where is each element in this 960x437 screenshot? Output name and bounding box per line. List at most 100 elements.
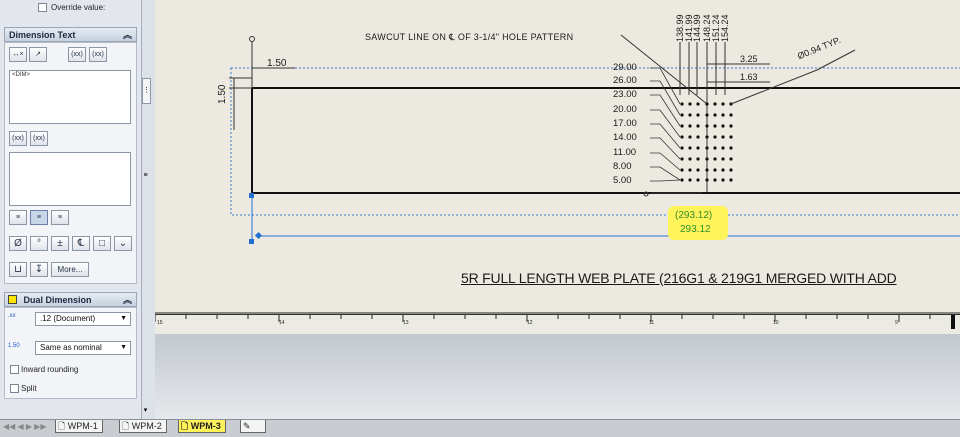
row-dim-label[interactable]: 29.00 [613, 62, 637, 73]
bolt-hole [696, 157, 700, 161]
row-dim-label[interactable]: 5.00 [613, 175, 632, 186]
tolerance-precision-select[interactable]: Same as nominal ▼ [35, 341, 131, 355]
bolt-hole [680, 124, 684, 128]
bolt-hole [680, 146, 684, 150]
sheet-tab-wpm-2[interactable]: 🗋 WPM-2 [119, 420, 167, 433]
row-dim-label[interactable]: 20.00 [613, 104, 637, 115]
row-dim-leader [650, 152, 681, 171]
top-dim-label[interactable]: 144.99 [692, 14, 702, 42]
text-angle-button[interactable]: ↗ [29, 47, 47, 62]
bolt-hole [680, 102, 684, 106]
dropdown-arrow-icon: ▼ [120, 344, 127, 351]
bolt-hole [696, 178, 700, 182]
primary-dimension-value[interactable]: 293.12 [680, 224, 711, 235]
ruler-label: 9 [895, 320, 898, 326]
precision-icon: .xx [8, 313, 16, 319]
row-dim-label[interactable]: 8.00 [613, 161, 632, 172]
align-left-button[interactable]: ≡ [9, 210, 27, 225]
row-dim-leader [650, 109, 681, 138]
dual-dimension-group-body: .xx .12 (Document) ▼ 1.50 Same as nomina… [4, 307, 137, 399]
bolt-hole [713, 168, 717, 172]
tab-nav-first-icon[interactable]: ◀◀ ◀ ▶ ▶▶ [3, 422, 47, 431]
counterbore-symbol-button[interactable]: ⊔ [9, 262, 27, 277]
dim-1-63[interactable]: 1.63 [740, 72, 758, 82]
dimension-text-field[interactable]: <DIM> [9, 70, 131, 124]
paren-button-2[interactable]: (xx) [9, 131, 27, 146]
centerline-symbol-button[interactable]: ℄ [72, 236, 90, 251]
ext-line-endpoint [249, 36, 255, 42]
add-sheet-tab-icon[interactable]: ✎ [240, 420, 266, 433]
bolt-hole [721, 102, 725, 106]
dual-dimension-value[interactable]: (293.12) [675, 210, 712, 221]
bolt-hole [705, 102, 709, 106]
row-dim-leader [650, 137, 681, 160]
text-justify-left-button[interactable]: ↔× [9, 47, 27, 62]
ruler-label: 10 [773, 320, 779, 326]
bolt-hole [688, 146, 692, 150]
top-dim-label[interactable]: 154.24 [720, 14, 730, 42]
panel-splitter[interactable]: ⋮ ≡ ▾ [142, 0, 156, 419]
dim-1-50-horizontal[interactable]: 1.50 [267, 58, 286, 69]
override-value-checkbox[interactable] [38, 3, 47, 12]
more-symbols-button[interactable]: More... [51, 262, 89, 277]
bolt-hole [696, 102, 700, 106]
grip-handle-2 [249, 239, 254, 244]
align-center-button[interactable]: ≡ [30, 210, 48, 225]
grip-handle-1 [249, 193, 254, 198]
drawing-sheet-canvas[interactable]: SAWCUT LINE ON ℄ OF 3-1/4" HOLE PATTERN … [155, 0, 960, 314]
sheet-tab-wpm-1[interactable]: 🗋 WPM-1 [55, 420, 103, 433]
ruler-ticks: 15 14 13 12 11 10 9 [155, 315, 931, 326]
row-dim-label[interactable]: 26.00 [613, 75, 637, 86]
dim-3-25[interactable]: 3.25 [740, 54, 758, 64]
scroll-down-icon[interactable]: ▾ [142, 406, 149, 416]
collapse-chevron-icon[interactable]: ︽ [123, 28, 132, 43]
bolt-hole [729, 113, 733, 117]
diameter-symbol-button[interactable]: Ø [9, 236, 27, 251]
drawing-ruler: 15 14 13 12 11 10 9 [155, 314, 960, 335]
dual-dimension-group-title[interactable]: Dual Dimension ︽ [4, 292, 137, 307]
hole-pattern [650, 42, 733, 193]
bolt-hole [729, 124, 733, 128]
scroll-marker-icon[interactable] [951, 315, 955, 329]
bolt-hole [721, 157, 725, 161]
ruler-label: 11 [649, 320, 654, 326]
depth-symbol-button[interactable]: ↧ [30, 262, 48, 277]
bolt-hole [696, 124, 700, 128]
inward-rounding-checkbox[interactable] [10, 365, 19, 374]
add-parentheses-button[interactable]: (xx) [68, 47, 86, 62]
bolt-hole [713, 102, 717, 106]
more-symbols-dropdown-icon[interactable]: ⌄ [114, 236, 132, 251]
row-dim-label[interactable]: 23.00 [613, 89, 637, 100]
collapse-chevron-icon-2[interactable]: ︽ [123, 293, 132, 308]
inspection-button[interactable]: (xx) [89, 47, 107, 62]
row-dim-label[interactable]: 17.00 [613, 118, 637, 129]
plus-minus-symbol-button[interactable]: ± [51, 236, 69, 251]
sheet-tab-wpm-3[interactable]: 🗋 WPM-3 [178, 420, 226, 433]
bolt-hole [729, 146, 733, 150]
precision-select[interactable]: .12 (Document) ▼ [35, 312, 131, 326]
row-dim-label[interactable]: 11.00 [613, 147, 636, 158]
bolt-hole [680, 157, 684, 161]
dimension-text-field-2[interactable] [9, 152, 131, 206]
degree-symbol-button[interactable]: ° [30, 236, 48, 251]
row-dim-leader [650, 166, 681, 181]
bolt-hole [688, 157, 692, 161]
align-right-button[interactable]: ≡ [51, 210, 69, 225]
inspect-button-2[interactable]: (xx) [30, 131, 48, 146]
bolt-hole [688, 168, 692, 172]
dimension-text-group-title[interactable]: Dimension Text ︽ [4, 27, 137, 42]
collapse-panel-icon[interactable]: ⋮ [142, 78, 151, 104]
bolt-hole [721, 135, 725, 139]
split-checkbox[interactable] [10, 384, 19, 393]
bolt-hole [729, 135, 733, 139]
ruler-label: 15 [157, 320, 163, 326]
row-dim-label[interactable]: 14.00 [613, 132, 637, 143]
bolt-hole [705, 113, 709, 117]
dim-1-50-vertical[interactable]: 1.50 [217, 85, 228, 104]
square-symbol-button[interactable]: □ [93, 236, 111, 251]
row-dim-leader [650, 179, 681, 182]
dual-dimension-checkbox[interactable] [8, 295, 17, 304]
bolt-hole [705, 168, 709, 172]
sheet-icon: 🗋 [122, 421, 130, 431]
splitter-grip-icon[interactable]: ≡ [142, 172, 149, 184]
